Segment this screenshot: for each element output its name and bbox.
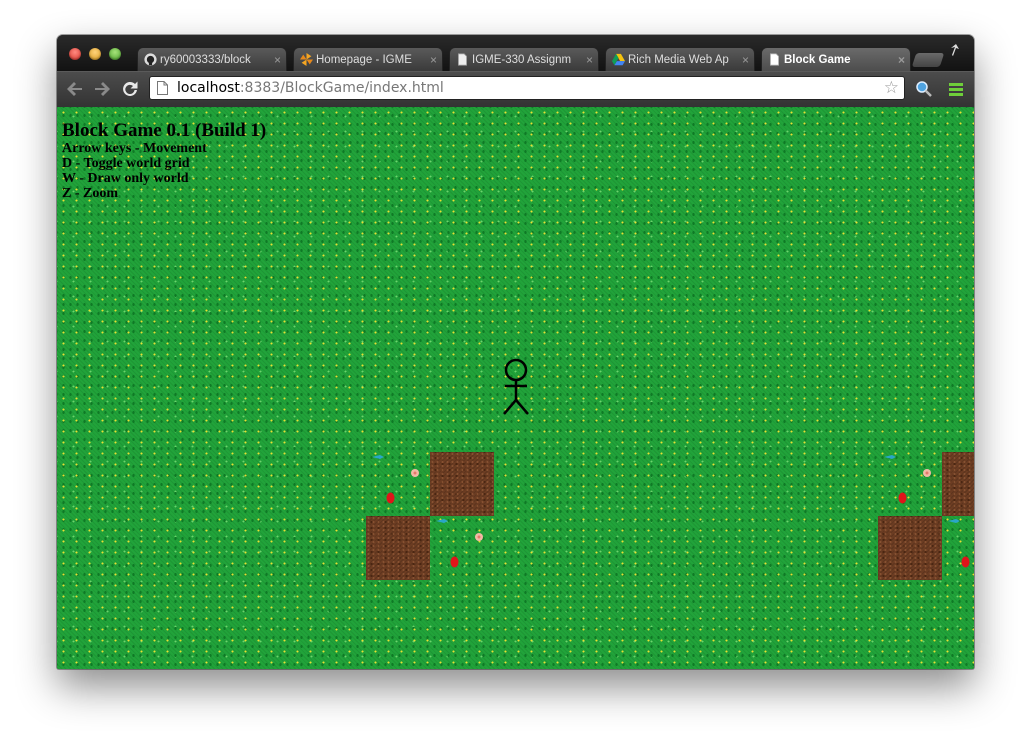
red-gem-icon [961, 556, 970, 568]
window-close-button[interactable] [69, 48, 81, 60]
forward-arrow-icon[interactable] [92, 79, 112, 99]
red-gem-icon [386, 492, 395, 504]
fish-item-icon [372, 455, 384, 459]
tab-title: Block Game [784, 54, 851, 66]
flower-item-icon [475, 533, 483, 541]
game-canvas[interactable]: Block Game 0.1 (Build 1) Arrow keys - Mo… [57, 107, 974, 669]
address-bar[interactable]: localhost:8383/BlockGame/index.html ☆ [149, 76, 905, 100]
fish-item-icon [948, 519, 960, 523]
menu-icon[interactable] [947, 80, 965, 98]
dirt-block [366, 516, 430, 580]
browser-window: ry60003333/block × Homepage - IGME × IGM… [57, 35, 974, 669]
instruction-zoom: Z - Zoom [62, 186, 118, 201]
window-maximize-button[interactable] [109, 48, 121, 60]
tab-github[interactable]: ry60003333/block × [137, 47, 287, 71]
url-path: :8383/BlockGame/index.html [239, 80, 444, 96]
red-gem-icon [898, 492, 907, 504]
tab-close-icon[interactable]: × [586, 48, 593, 71]
tab-strip: ry60003333/block × Homepage - IGME × IGM… [57, 35, 974, 71]
tab-rich-media[interactable]: Rich Media Web Ap × [605, 47, 755, 71]
page-icon [157, 81, 168, 95]
tab-close-icon[interactable]: × [274, 48, 281, 71]
reload-icon[interactable] [120, 79, 140, 99]
dirt-block [942, 452, 974, 516]
flower-item-icon [923, 469, 931, 477]
tab-title: ry60003333/block [160, 54, 251, 66]
google-drive-icon [612, 53, 625, 66]
url-text[interactable]: localhost:8383/BlockGame/index.html [177, 77, 444, 100]
fish-item-icon [884, 455, 896, 459]
back-arrow-icon[interactable] [65, 79, 85, 99]
dirt-block [430, 452, 494, 516]
document-icon [458, 53, 467, 66]
instruction-draw-world: W - Draw only world [62, 171, 189, 186]
tab-title: Homepage - IGME [316, 54, 412, 66]
pinwheel-icon [300, 53, 313, 66]
browser-toolbar: localhost:8383/BlockGame/index.html ☆ [57, 71, 974, 108]
instruction-movement: Arrow keys - Movement [62, 141, 207, 156]
bookmark-star-icon[interactable]: ☆ [884, 78, 899, 98]
tab-close-icon[interactable]: × [742, 48, 749, 71]
tab-title: Rich Media Web Ap [628, 54, 729, 66]
tab-block-game[interactable]: Block Game × [761, 47, 911, 71]
tab-title: IGME-330 Assignm [472, 54, 572, 66]
search-extension-icon[interactable] [915, 80, 933, 98]
fish-item-icon [436, 519, 448, 523]
url-host: localhost [177, 80, 240, 96]
window-minimize-button[interactable] [89, 48, 101, 60]
dirt-block [878, 516, 942, 580]
github-icon [144, 53, 157, 66]
tab-assignment[interactable]: IGME-330 Assignm × [449, 47, 599, 71]
tab-homepage[interactable]: Homepage - IGME × [293, 47, 443, 71]
document-icon [770, 53, 779, 66]
tab-close-icon[interactable]: × [898, 48, 905, 71]
tab-close-icon[interactable]: × [430, 48, 437, 71]
red-gem-icon [450, 556, 459, 568]
new-tab-button[interactable] [911, 53, 945, 67]
game-title: Block Game 0.1 (Build 1) [62, 120, 267, 141]
flower-item-icon [411, 469, 419, 477]
instruction-toggle-grid: D - Toggle world grid [62, 156, 190, 171]
profile-icon[interactable] [949, 43, 963, 57]
stick-figure-player [503, 358, 529, 415]
hud-overlay: Block Game 0.1 (Build 1) Arrow keys - Mo… [62, 120, 267, 202]
